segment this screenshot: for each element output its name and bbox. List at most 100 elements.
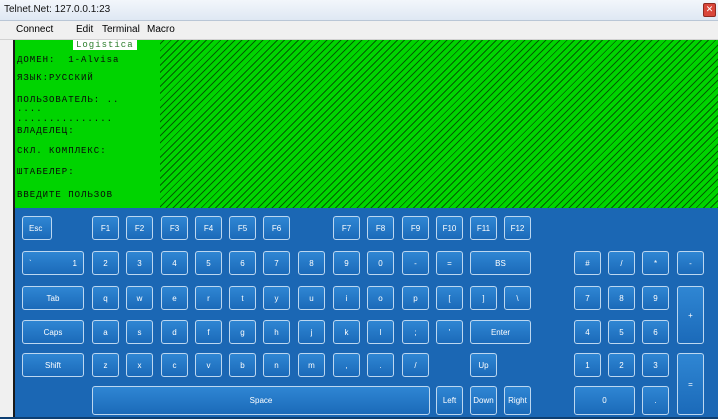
numpad-plus[interactable]: +: [677, 286, 704, 344]
menu-terminal[interactable]: Terminal: [102, 24, 140, 35]
menu-connect[interactable]: Connect: [16, 24, 53, 35]
key-quote[interactable]: ': [436, 320, 463, 344]
key-backslash[interactable]: \: [504, 286, 531, 310]
key-minus[interactable]: -: [402, 251, 429, 275]
key-f8[interactable]: F8: [367, 216, 394, 240]
key-t[interactable]: t: [229, 286, 256, 310]
key-y[interactable]: y: [263, 286, 290, 310]
key-f6[interactable]: F6: [263, 216, 290, 240]
key-f10[interactable]: F10: [436, 216, 463, 240]
key-h[interactable]: h: [263, 320, 290, 344]
key-enter[interactable]: Enter: [470, 320, 531, 344]
numpad-multiply[interactable]: *: [642, 251, 669, 275]
key-f1[interactable]: F1: [92, 216, 119, 240]
menu-edit[interactable]: Edit: [76, 24, 93, 35]
key-equals[interactable]: =: [436, 251, 463, 275]
key-5[interactable]: 5: [195, 251, 222, 275]
key-esc[interactable]: Esc: [22, 216, 52, 240]
key-6[interactable]: 6: [229, 251, 256, 275]
close-button[interactable]: ✕: [703, 3, 716, 17]
key-0[interactable]: 0: [367, 251, 394, 275]
numpad-2[interactable]: 2: [608, 353, 635, 377]
key-backspace[interactable]: BS: [470, 251, 531, 275]
key-left-bracket[interactable]: [: [436, 286, 463, 310]
key-k[interactable]: k: [333, 320, 360, 344]
key-p[interactable]: p: [402, 286, 429, 310]
key-i[interactable]: i: [333, 286, 360, 310]
menu-macro[interactable]: Macro: [147, 24, 175, 35]
numpad-6[interactable]: 6: [642, 320, 669, 344]
key-8[interactable]: 8: [298, 251, 325, 275]
key-f9[interactable]: F9: [402, 216, 429, 240]
key-f7[interactable]: F7: [333, 216, 360, 240]
key-2[interactable]: 2: [92, 251, 119, 275]
numpad-hash[interactable]: #: [574, 251, 601, 275]
key-f12[interactable]: F12: [504, 216, 531, 240]
key-f2[interactable]: F2: [126, 216, 153, 240]
terminal-screen[interactable]: ДОМЕН: 1-Alvisa ЯЗЫК:РУССКИЙ ПОЛЬЗОВАТЕЛ…: [15, 40, 718, 208]
key-4[interactable]: 4: [161, 251, 188, 275]
key-o[interactable]: o: [367, 286, 394, 310]
key-j[interactable]: j: [298, 320, 325, 344]
title-bar: Telnet.Net: 127.0.0.1:23 ✕: [0, 0, 718, 21]
key-e[interactable]: e: [161, 286, 188, 310]
key-f[interactable]: f: [195, 320, 222, 344]
key-shift[interactable]: Shift: [22, 353, 84, 377]
key-d[interactable]: d: [161, 320, 188, 344]
key-up[interactable]: Up: [470, 353, 497, 377]
key-q[interactable]: q: [92, 286, 119, 310]
terminal-line-warehouse: СКЛ. КОМПЛЕКС:: [17, 146, 107, 156]
key-g[interactable]: g: [229, 320, 256, 344]
key-down[interactable]: Down: [470, 386, 497, 415]
key-left[interactable]: Left: [436, 386, 463, 415]
key-1-label: 1: [72, 258, 77, 268]
numpad-4[interactable]: 4: [574, 320, 601, 344]
key-comma[interactable]: ,: [333, 353, 360, 377]
numpad-decimal[interactable]: .: [642, 386, 669, 415]
key-v[interactable]: v: [195, 353, 222, 377]
numpad-0[interactable]: 0: [574, 386, 635, 415]
key-z[interactable]: z: [92, 353, 119, 377]
key-s[interactable]: s: [126, 320, 153, 344]
numpad-9[interactable]: 9: [642, 286, 669, 310]
numpad-3[interactable]: 3: [642, 353, 669, 377]
key-f5[interactable]: F5: [229, 216, 256, 240]
key-w[interactable]: w: [126, 286, 153, 310]
key-r[interactable]: r: [195, 286, 222, 310]
terminal-line-domain: ДОМЕН: 1-Alvisa: [17, 55, 120, 65]
key-f11[interactable]: F11: [470, 216, 497, 240]
key-backtick-1[interactable]: ` 1: [22, 251, 84, 275]
key-f3[interactable]: F3: [161, 216, 188, 240]
numpad-5[interactable]: 5: [608, 320, 635, 344]
key-space[interactable]: Space: [92, 386, 430, 415]
numpad-7[interactable]: 7: [574, 286, 601, 310]
key-u[interactable]: u: [298, 286, 325, 310]
key-7[interactable]: 7: [263, 251, 290, 275]
key-caps[interactable]: Caps: [22, 320, 84, 344]
key-3[interactable]: 3: [126, 251, 153, 275]
key-b[interactable]: b: [229, 353, 256, 377]
key-period[interactable]: .: [367, 353, 394, 377]
terminal-line-stacker: ШТАБЕЛЕР:: [17, 167, 75, 177]
numpad-8[interactable]: 8: [608, 286, 635, 310]
key-f4[interactable]: F4: [195, 216, 222, 240]
numpad-equals[interactable]: =: [677, 353, 704, 415]
key-x[interactable]: x: [126, 353, 153, 377]
key-slash[interactable]: /: [402, 353, 429, 377]
menu-bar: Connect Edit Terminal Macro: [0, 21, 718, 40]
key-a[interactable]: a: [92, 320, 119, 344]
key-m[interactable]: m: [298, 353, 325, 377]
numpad-1[interactable]: 1: [574, 353, 601, 377]
key-right[interactable]: Right: [504, 386, 531, 415]
numpad-divide[interactable]: /: [608, 251, 635, 275]
key-semicolon[interactable]: ;: [402, 320, 429, 344]
numpad-minus[interactable]: -: [677, 251, 704, 275]
key-right-bracket[interactable]: ]: [470, 286, 497, 310]
key-backtick-label: `: [29, 258, 32, 268]
key-tab[interactable]: Tab: [22, 286, 84, 310]
key-9[interactable]: 9: [333, 251, 360, 275]
key-c[interactable]: c: [161, 353, 188, 377]
key-n[interactable]: n: [263, 353, 290, 377]
key-l[interactable]: l: [367, 320, 394, 344]
terminal-line-dots-short: ....: [17, 104, 43, 114]
